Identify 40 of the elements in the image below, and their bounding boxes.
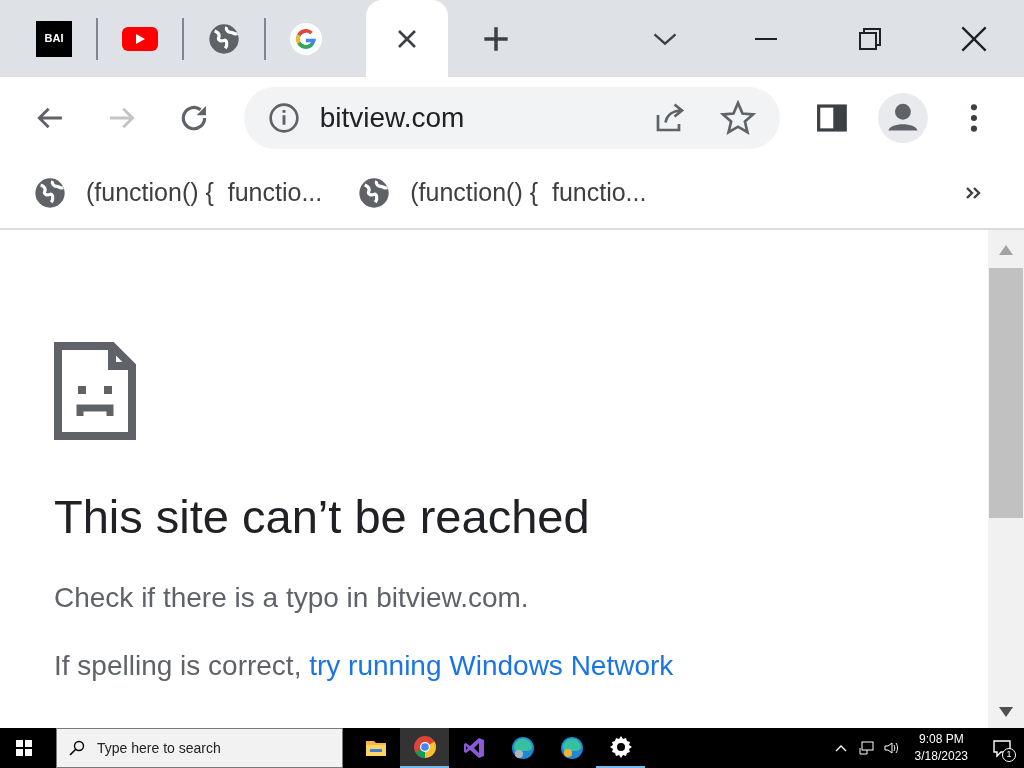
globe-icon (358, 177, 391, 209)
info-icon[interactable] (267, 101, 300, 134)
error-message: If spelling is correct, try running Windows Network (54, 648, 675, 683)
edge-icon (510, 736, 535, 760)
profile-icon[interactable] (878, 92, 929, 143)
notification-icon[interactable] (992, 738, 1012, 758)
bookmark[interactable]: (function() { functio... (358, 174, 647, 212)
close-window-icon[interactable] (960, 24, 988, 53)
tab[interactable]: BAI (36, 18, 72, 59)
url-text: bitview.com (319, 100, 466, 135)
search-icon (69, 740, 85, 756)
speaker-icon[interactable] (882, 740, 899, 756)
clock-date: 3/18/2023 (914, 748, 968, 765)
infinity-icon (461, 736, 486, 760)
g-icon (290, 22, 322, 55)
chrome-icon (412, 735, 437, 759)
search-placeholder: Type here to search (97, 738, 221, 758)
taskbar-app[interactable] (400, 728, 449, 768)
globe-icon (208, 22, 240, 55)
network-icon[interactable] (858, 740, 875, 756)
play-icon (122, 26, 158, 51)
edge-icon (559, 736, 584, 760)
address-bar[interactable]: bitview.com (243, 86, 781, 149)
notification-count: 1 (1002, 748, 1016, 762)
bookmark[interactable]: (function() { functio... (34, 174, 323, 212)
globe-icon (34, 177, 66, 209)
scroll-down-icon[interactable] (998, 706, 1014, 718)
windows-icon[interactable] (16, 740, 32, 756)
sad-page-icon (54, 342, 136, 440)
star-icon[interactable] (720, 99, 757, 136)
taskbar-search-field[interactable]: Type here to search (56, 728, 343, 768)
restore-icon[interactable] (858, 26, 882, 51)
diagnostics-link[interactable]: try running Windows Network (309, 649, 674, 681)
error-heading: This site can’t be reached (54, 489, 591, 545)
error-message: Check if there is a typo in bitview.com. (54, 580, 530, 615)
new-tab-icon[interactable] (482, 24, 510, 53)
side-panel-icon[interactable] (816, 101, 849, 134)
scrollbar-thumb[interactable] (989, 268, 1023, 518)
settings-icon (608, 735, 633, 759)
clock-time: 9:08 PM (918, 731, 964, 748)
